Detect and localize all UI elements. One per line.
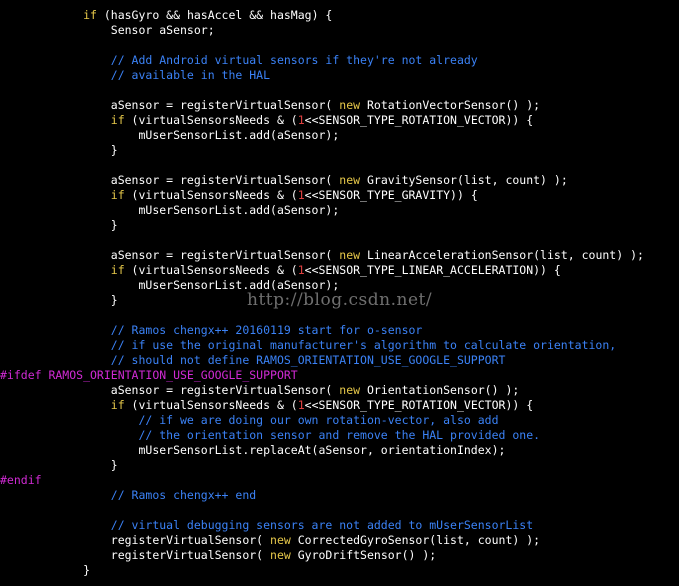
- code-line: #endif: [0, 473, 679, 488]
- comment-token: // Add Android virtual sensors if they'r…: [0, 53, 478, 67]
- code-text: (virtualSensorsNeeds & (: [124, 188, 298, 202]
- code-line: // available in the HAL: [0, 68, 679, 83]
- code-line: aSensor = registerVirtualSensor( new Ori…: [0, 383, 679, 398]
- code-line: if (virtualSensorsNeeds & (1<<SENSOR_TYP…: [0, 188, 679, 203]
- code-line: registerVirtualSensor( new GyroDriftSens…: [0, 548, 679, 563]
- keyword-token: new: [339, 98, 361, 112]
- comment-token: // Ramos chengx++ end: [0, 488, 257, 502]
- code-line: Sensor aSensor;: [0, 23, 679, 38]
- comment-token: // if we are doing our own rotation-vect…: [0, 413, 499, 427]
- code-line: }: [0, 143, 679, 158]
- code-line: // Ramos chengx++ 20160119 start for o-s…: [0, 323, 679, 338]
- keyword-token: new: [339, 248, 361, 262]
- code-line: aSensor = registerVirtualSensor( new Lin…: [0, 248, 679, 263]
- code-text: mUserSensorList.add(aSensor);: [0, 128, 340, 142]
- code-line: // virtual debugging sensors are not add…: [0, 518, 679, 533]
- code-line: // should not define RAMOS_ORIENTATION_U…: [0, 353, 679, 368]
- code-line: }: [0, 563, 679, 578]
- code-line: if (virtualSensorsNeeds & (1<<SENSOR_TYP…: [0, 263, 679, 278]
- comment-token: // the orientation sensor and remove the…: [0, 428, 541, 442]
- code-line: #ifdef RAMOS_ORIENTATION_USE_GOOGLE_SUPP…: [0, 368, 679, 383]
- code-text: (virtualSensorsNeeds & (: [124, 398, 298, 412]
- code-text: Sensor aSensor;: [0, 23, 215, 37]
- code-text: CorrectedGyroSensor(list, count) );: [290, 533, 541, 547]
- number-token: 1: [297, 113, 305, 127]
- code-text: }: [0, 563, 91, 577]
- comment-token: // should not define RAMOS_ORIENTATION_U…: [0, 353, 506, 367]
- code-text: aSensor = registerVirtualSensor(: [0, 248, 340, 262]
- code-text: aSensor = registerVirtualSensor(: [0, 383, 340, 397]
- preprocessor-token: #ifdef RAMOS_ORIENTATION_USE_GOOGLE_SUPP…: [0, 368, 298, 382]
- comment-token: // if use the original manufacturer's al…: [0, 338, 617, 352]
- code-line: mUserSensorList.add(aSensor);: [0, 128, 679, 143]
- code-text: <<SENSOR_TYPE_ROTATION_VECTOR)) {: [304, 113, 534, 127]
- code-line: if (virtualSensorsNeeds & (1<<SENSOR_TYP…: [0, 113, 679, 128]
- code-text: (virtualSensorsNeeds & (: [124, 113, 298, 127]
- keyword-token: if: [0, 8, 97, 22]
- keyword-token: new: [339, 383, 361, 397]
- comment-token: // available in the HAL: [0, 68, 271, 82]
- code-line: if (hasGyro && hasAccel && hasMag) {: [0, 8, 679, 23]
- code-text: <<SENSOR_TYPE_LINEAR_ACCELERATION)) {: [304, 263, 561, 277]
- code-text: <<SENSOR_TYPE_ROTATION_VECTOR)) {: [304, 398, 534, 412]
- comment-token: // Ramos chengx++ 20160119 start for o-s…: [0, 323, 423, 337]
- keyword-token: if: [0, 188, 125, 202]
- number-token: 1: [297, 263, 305, 277]
- code-text: mUserSensorList.replaceAt(aSensor, orien…: [0, 443, 506, 457]
- code-text: }: [0, 143, 118, 157]
- code-text: OrientationSensor() );: [360, 383, 520, 397]
- code-text: mUserSensorList.add(aSensor);: [0, 203, 340, 217]
- code-line: }: [0, 458, 679, 473]
- code-line: // if use the original manufacturer's al…: [0, 338, 679, 353]
- code-line: // Ramos chengx++ end: [0, 488, 679, 503]
- code-line: registerVirtualSensor( new CorrectedGyro…: [0, 533, 679, 548]
- code-line: mUserSensorList.replaceAt(aSensor, orien…: [0, 443, 679, 458]
- code-line: }: [0, 218, 679, 233]
- keyword-token: if: [0, 263, 125, 277]
- keyword-token: new: [270, 548, 291, 562]
- code-text: GravitySensor(list, count) );: [360, 173, 568, 187]
- code-line: if (virtualSensorsNeeds & (1<<SENSOR_TYP…: [0, 398, 679, 413]
- code-line: // Add Android virtual sensors if they'r…: [0, 53, 679, 68]
- code-text: }: [0, 218, 118, 232]
- code-text: (hasGyro && hasAccel && hasMag) {: [96, 8, 333, 22]
- comment-token: // virtual debugging sensors are not add…: [0, 518, 534, 532]
- keyword-token: new: [270, 533, 291, 547]
- preprocessor-token: #endif: [0, 473, 42, 487]
- code-text: registerVirtualSensor(: [0, 548, 271, 562]
- code-line: aSensor = registerVirtualSensor( new Gra…: [0, 173, 679, 188]
- code-text: aSensor = registerVirtualSensor(: [0, 173, 340, 187]
- code-text: }: [0, 293, 118, 307]
- code-text: aSensor = registerVirtualSensor(: [0, 98, 340, 112]
- keyword-token: new: [339, 173, 361, 187]
- code-line: aSensor = registerVirtualSensor( new Rot…: [0, 98, 679, 113]
- code-text: GyroDriftSensor() );: [290, 548, 437, 562]
- code-text: registerVirtualSensor(: [0, 533, 271, 547]
- keyword-token: if: [0, 113, 125, 127]
- code-line: // if we are doing our own rotation-vect…: [0, 413, 679, 428]
- number-token: 1: [297, 398, 305, 412]
- watermark: http://blog.csdn.net/: [247, 290, 433, 310]
- number-token: 1: [297, 188, 305, 202]
- code-text: (virtualSensorsNeeds & (: [124, 263, 298, 277]
- code-text: RotationVectorSensor() );: [360, 98, 541, 112]
- code-text: }: [0, 458, 118, 472]
- code-line: mUserSensorList.add(aSensor);: [0, 203, 679, 218]
- code-text: <<SENSOR_TYPE_GRAVITY)) {: [304, 188, 478, 202]
- code-line: // the orientation sensor and remove the…: [0, 428, 679, 443]
- code-text: LinearAccelerationSensor(list, count) );: [360, 248, 644, 262]
- keyword-token: if: [0, 398, 125, 412]
